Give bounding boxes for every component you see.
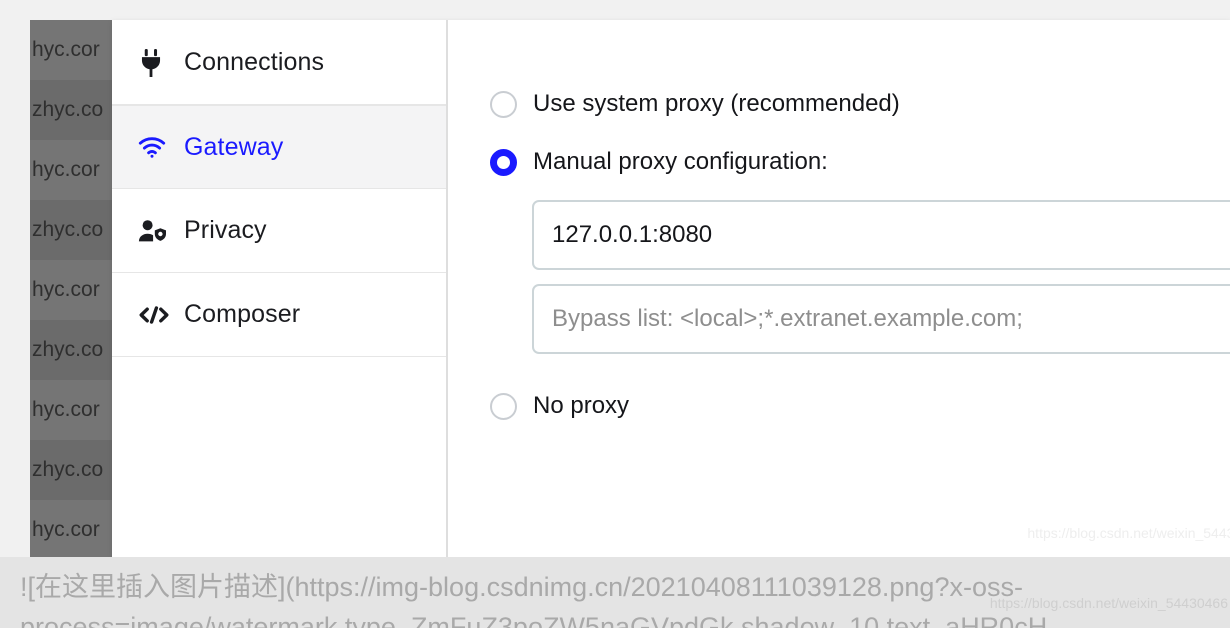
radio-indicator-selected[interactable]	[490, 148, 517, 176]
sidebar-item-connections[interactable]: Connections	[112, 21, 446, 105]
sidebar-item-privacy[interactable]: Privacy	[112, 189, 446, 273]
plug-icon	[138, 48, 172, 78]
caption-watermark: https://blog.csdn.net/weixin_54430466	[989, 595, 1228, 611]
proxy-fields	[532, 200, 1230, 354]
radio-indicator[interactable]	[490, 392, 517, 420]
radio-label: No proxy	[533, 392, 630, 419]
sidebar-item-label: Privacy	[184, 216, 267, 244]
settings-sidebar: Connections Gateway Privacy Composer	[112, 20, 448, 557]
bypass-list-input[interactable]	[532, 284, 1230, 354]
shield-user-icon	[138, 216, 172, 246]
caption-strip: ![在这里插入图片描述](https://img-blog.csdnimg.cn…	[0, 557, 1230, 628]
radio-use-system-proxy[interactable]: Use system proxy (recommended)	[490, 82, 1230, 126]
sidebar-item-gateway[interactable]: Gateway	[112, 105, 446, 189]
settings-dialog: Connections Gateway Privacy Composer Use…	[112, 20, 1230, 557]
sidebar-item-label: Gateway	[184, 132, 284, 161]
sidebar-item-composer[interactable]: Composer	[112, 273, 446, 357]
caption-line-2: process=image/watermark,type_ZmFuZ3poZW5…	[20, 612, 1048, 628]
proxy-address-input[interactable]	[532, 200, 1230, 270]
radio-no-proxy[interactable]: No proxy	[490, 384, 1230, 428]
sidebar-item-label: Connections	[184, 48, 325, 76]
radio-manual-proxy-configuration[interactable]: Manual proxy configuration:	[490, 140, 1230, 184]
caption-line-1: ![在这里插入图片描述](https://img-blog.csdnimg.cn…	[20, 572, 1023, 602]
radio-label: Use system proxy (recommended)	[533, 90, 900, 117]
code-icon	[138, 300, 172, 330]
sidebar-item-label: Composer	[184, 300, 301, 328]
gateway-settings-panel: Use system proxy (recommended) Manual pr…	[448, 20, 1230, 557]
wifi-icon	[138, 132, 172, 162]
radio-indicator[interactable]	[490, 90, 517, 118]
radio-label: Manual proxy configuration:	[533, 148, 828, 175]
panel-watermark: https://blog.csdn.net/weixin_544304	[1027, 525, 1230, 541]
